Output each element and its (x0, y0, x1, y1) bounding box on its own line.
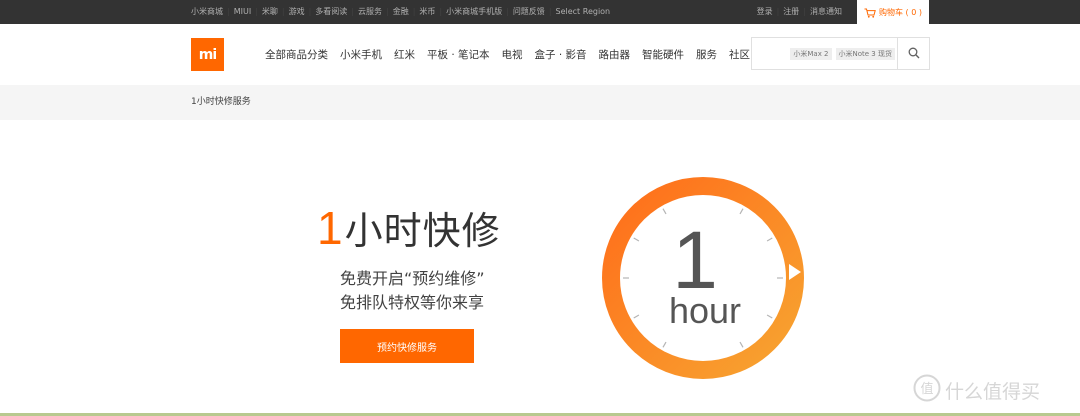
hero-subtitle-line1: 免费开启“预约维修” (340, 269, 485, 288)
clock-tick (739, 208, 744, 215)
nav-service[interactable]: 服务 (696, 46, 717, 64)
nav-smart-hardware[interactable]: 智能硬件 (642, 46, 684, 64)
clock-tick (662, 208, 667, 215)
watermark-text: 什么值得买 (945, 380, 1041, 403)
site-links: 小米商城 | MIUI | 米聊 | 游戏 | 多看阅读 | 云服务 | 金融 | 米币 | 小… (191, 0, 610, 24)
cart-icon (864, 3, 876, 22)
user-links: 登录 | 注册 | 消息通知 (757, 0, 842, 24)
register-link[interactable]: 注册 (783, 0, 799, 24)
search-box[interactable]: 小米Max 2 小米Note 3 现货 (751, 37, 930, 70)
site-header: mi 全部商品分类 小米手机 红米 平板 · 笔记本 电视 盒子 · 影音 路由… (0, 24, 1080, 85)
nav-box-av[interactable]: 盒子 · 影音 (535, 46, 587, 64)
search-hint-tag[interactable]: 小米Max 2 (790, 48, 832, 60)
top-link-games[interactable]: 游戏 (289, 0, 305, 24)
separator: | (803, 7, 806, 16)
book-repair-button-label: 预约快修服务 (377, 342, 437, 354)
cart-label: 购物车 ( 0 ) (879, 7, 922, 17)
top-link-duokan[interactable]: 多看阅读 (315, 0, 347, 24)
nav-community[interactable]: 社区 (729, 46, 750, 64)
separator: | (548, 7, 552, 16)
separator: | (386, 7, 389, 16)
one-hour-clock-icon: 1 hour (602, 177, 804, 379)
separator: | (439, 7, 443, 16)
nav-tv[interactable]: 电视 (502, 46, 523, 64)
separator: | (255, 7, 258, 16)
clock-tick (766, 314, 773, 319)
top-link-mitalk[interactable]: 米聊 (262, 0, 278, 24)
top-link-mi-store[interactable]: 小米商城 (191, 0, 223, 24)
nav-router[interactable]: 路由器 (599, 46, 631, 64)
hero-title-number: 1 (317, 202, 343, 254)
separator: | (351, 7, 354, 16)
separator: | (308, 7, 312, 16)
hero-title-text: 小时快修 (344, 209, 501, 253)
messages-link[interactable]: 消息通知 (810, 0, 842, 24)
nav-mi-phones[interactable]: 小米手机 (340, 46, 382, 64)
clock-unit: hour (669, 290, 741, 331)
clock-tick (739, 341, 744, 348)
breadcrumb: 1小时快修服务 (191, 97, 251, 107)
search-hints: 小米Max 2 小米Note 3 现货 (790, 48, 895, 60)
hero-subtitle-line2: 免排队特权等你来享 (340, 293, 485, 312)
search-icon (908, 44, 920, 63)
breadcrumb-bar: 1小时快修服务 (0, 85, 1080, 120)
login-link[interactable]: 登录 (757, 0, 773, 24)
top-link-micoin[interactable]: 米币 (419, 0, 435, 24)
watermark-logo-icon: 值 (913, 374, 941, 406)
nav-all-categories[interactable]: 全部商品分类 (265, 46, 328, 64)
clock-tick (662, 341, 667, 348)
separator: | (506, 7, 509, 16)
top-link-select-region[interactable]: Select Region (556, 0, 611, 24)
nav-redmi[interactable]: 红米 (394, 46, 415, 64)
separator: | (281, 7, 285, 16)
cart-button[interactable]: 购物车 ( 0 ) (857, 0, 929, 24)
top-link-finance[interactable]: 金融 (393, 0, 409, 24)
mi-logo[interactable]: mi (191, 38, 224, 71)
top-link-mobile-store[interactable]: 小米商城手机版 (446, 0, 502, 24)
clock-tick (633, 314, 640, 319)
clock-tick (766, 237, 773, 242)
svg-text:值: 值 (920, 381, 933, 397)
main-nav: 全部商品分类 小米手机 红米 平板 · 笔记本 电视 盒子 · 影音 路由器 智… (265, 46, 762, 64)
site-watermark: 值 什么值得买 (913, 374, 1041, 406)
separator: | (776, 7, 780, 16)
top-link-miui[interactable]: MIUI (234, 0, 251, 24)
hero-title: 1 小时快修 (317, 202, 501, 254)
nav-tablet-laptop[interactable]: 平板 · 笔记本 (427, 46, 490, 64)
clock-tick (633, 237, 640, 242)
separator: | (227, 7, 230, 16)
top-bar: 小米商城 | MIUI | 米聊 | 游戏 | 多看阅读 | 云服务 | 金融 | 米币 | 小… (0, 0, 1080, 24)
search-button[interactable] (897, 38, 929, 69)
logo-text: mi (198, 46, 217, 63)
book-repair-button[interactable]: 预约快修服务 (340, 329, 474, 363)
top-link-feedback[interactable]: 问题反馈 (513, 0, 545, 24)
top-link-cloud[interactable]: 云服务 (358, 0, 382, 24)
separator: | (412, 7, 416, 16)
search-hint-tag[interactable]: 小米Note 3 现货 (835, 48, 895, 60)
